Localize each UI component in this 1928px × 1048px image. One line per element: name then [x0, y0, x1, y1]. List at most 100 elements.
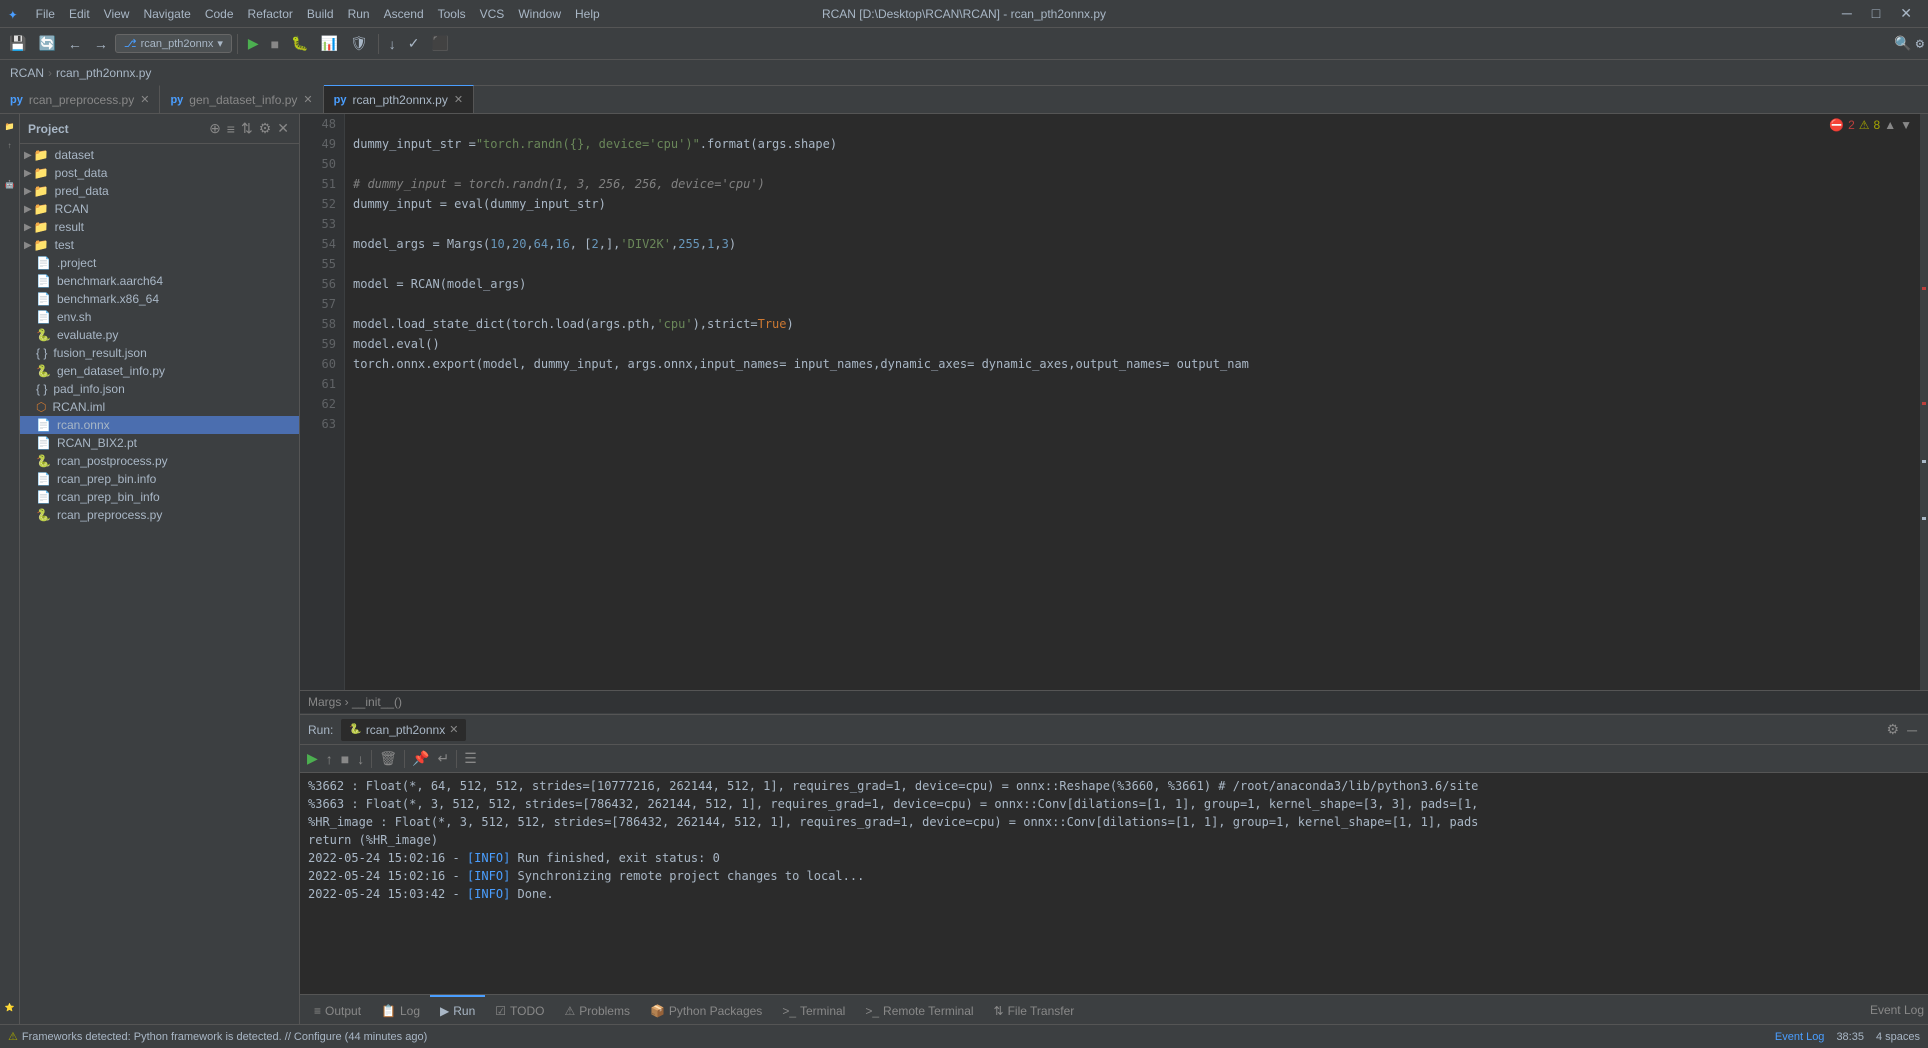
code-line-58[interactable]: model.load_state_dict(torch.load(args.pt… [353, 314, 1920, 334]
settings-icon[interactable]: ⚙ [1916, 36, 1924, 52]
code-line-51[interactable]: # dummy_input = torch.randn(1, 3, 256, 2… [353, 174, 1920, 194]
branch-selector[interactable]: ⎇ rcan_pth2onnx ▾ [115, 34, 232, 53]
bottom-tab-todo[interactable]: ☑TODO [485, 995, 554, 1025]
tree-item-19[interactable]: 📄rcan_prep_bin_info [20, 488, 299, 506]
tab-close-button[interactable]: ✕ [454, 93, 463, 106]
bottom-tab-remote-terminal[interactable]: >_Remote Terminal [855, 995, 983, 1025]
menu-item-view[interactable]: View [98, 5, 136, 23]
project-actions[interactable]: ⊕ ≡ ⇅ ⚙ ✕ [207, 118, 291, 139]
bottom-tab-problems[interactable]: ⚠Problems [555, 995, 640, 1025]
tree-item-8[interactable]: 📄benchmark.x86_64 [20, 290, 299, 308]
nav-up-button[interactable]: ▲ [1884, 118, 1896, 132]
code-line-54[interactable]: model_args = Margs(10, 20, 64, 16, [2,],… [353, 234, 1920, 254]
code-line-48[interactable] [353, 114, 1920, 134]
sidebar-icon-project[interactable]: 📁 [3, 118, 17, 135]
menu-item-file[interactable]: File [30, 5, 61, 23]
code-line-63[interactable] [353, 414, 1920, 434]
menu-item-window[interactable]: Window [512, 5, 567, 23]
event-log-link[interactable]: Event Log [1775, 1031, 1825, 1043]
run-settings-button[interactable]: ⚙ [1884, 718, 1903, 741]
tree-item-12[interactable]: 🐍gen_dataset_info.py [20, 362, 299, 380]
code-line-59[interactable]: model.eval() [353, 334, 1920, 354]
profile-button[interactable]: 📊 [316, 32, 343, 55]
editor-tab-1[interactable]: pygen_dataset_info.py✕ [160, 85, 323, 113]
run-button[interactable]: ▶ [243, 32, 264, 55]
sidebar-icon-automl[interactable]: 🤖 [3, 176, 17, 193]
menu-item-help[interactable]: Help [569, 5, 606, 23]
menu-item-navigate[interactable]: Navigate [137, 5, 196, 23]
code-editor[interactable]: 48495051525354555657585960616263 dummy_i… [300, 114, 1928, 690]
run-minimize-button[interactable]: ─ [1904, 718, 1920, 741]
code-line-57[interactable] [353, 294, 1920, 314]
scroll-track[interactable] [1920, 114, 1928, 690]
close-button[interactable]: ✕ [1892, 3, 1920, 24]
spaces-display[interactable]: 4 spaces [1876, 1031, 1920, 1043]
run-tree-view-button[interactable]: ☰ [461, 747, 480, 770]
nav-down-button[interactable]: ▼ [1900, 118, 1912, 132]
menu-item-run[interactable]: Run [342, 5, 376, 23]
tree-item-11[interactable]: { }fusion_result.json [20, 344, 299, 362]
breadcrumb-project[interactable]: RCAN [10, 66, 44, 80]
forward-button[interactable]: → [89, 33, 113, 55]
menu-item-ascend[interactable]: Ascend [378, 5, 430, 23]
menu-bar[interactable]: FileEditViewNavigateCodeRefactorBuildRun… [30, 5, 606, 23]
project-locate-button[interactable]: ⊕ [207, 118, 223, 139]
code-line-50[interactable] [353, 154, 1920, 174]
event-log-bottom[interactable]: Event Log [1870, 1003, 1924, 1017]
tree-item-14[interactable]: ⬡RCAN.iml [20, 398, 299, 416]
save-all-button[interactable]: 💾 [4, 32, 31, 55]
tab-close-button[interactable]: ✕ [303, 93, 312, 106]
sync-button[interactable]: 🔄 [33, 32, 60, 55]
bottom-tab-terminal[interactable]: >_Terminal [772, 995, 855, 1025]
tree-item-16[interactable]: 📄RCAN_BIX2.pt [20, 434, 299, 452]
run-scroll-up-button[interactable]: ↑ [323, 748, 336, 770]
run-scroll-down-button[interactable]: ↓ [354, 748, 367, 770]
tree-item-9[interactable]: 📄env.sh [20, 308, 299, 326]
run-clear-button[interactable]: 🗑 [376, 747, 400, 770]
tree-item-3[interactable]: ▶📁RCAN [20, 200, 299, 218]
sidebar-icon-favorites[interactable]: ⭐ [3, 999, 17, 1016]
code-content[interactable]: dummy_input_str = "torch.randn({}, devic… [345, 114, 1928, 690]
maximize-button[interactable]: □ [1864, 3, 1888, 24]
tree-item-13[interactable]: { }pad_info.json [20, 380, 299, 398]
code-line-56[interactable]: model = RCAN(model_args) [353, 274, 1920, 294]
bottom-tab-python-packages[interactable]: 📦Python Packages [640, 995, 772, 1025]
code-line-55[interactable] [353, 254, 1920, 274]
tree-item-2[interactable]: ▶📁pred_data [20, 182, 299, 200]
run-pin-button[interactable]: 📌 [409, 747, 432, 770]
run-output[interactable]: %3662 : Float(*, 64, 512, 512, strides=[… [300, 773, 1928, 994]
tree-item-10[interactable]: 🐍evaluate.py [20, 326, 299, 344]
code-line-49[interactable]: dummy_input_str = "torch.randn({}, devic… [353, 134, 1920, 154]
tree-item-18[interactable]: 📄rcan_prep_bin.info [20, 470, 299, 488]
vcs-update-button[interactable]: ↓ [384, 33, 401, 55]
menu-item-code[interactable]: Code [199, 5, 240, 23]
tree-item-20[interactable]: 🐍rcan_preprocess.py [20, 506, 299, 524]
vcs-commit-button[interactable]: ✓ [403, 32, 425, 55]
project-collapse-button[interactable]: ≡ [225, 118, 237, 139]
run-tab-close-button[interactable]: ✕ [449, 723, 458, 736]
editor-tab-0[interactable]: pyrcan_preprocess.py✕ [0, 85, 160, 113]
menu-item-refactor[interactable]: Refactor [242, 5, 299, 23]
bottom-tab-run[interactable]: ▶Run [430, 995, 485, 1025]
sidebar-icon-commit[interactable]: ↑ [6, 137, 14, 154]
search-icon[interactable]: 🔍 [1894, 36, 1911, 52]
project-sort-button[interactable]: ⇅ [239, 118, 255, 139]
project-close-button[interactable]: ✕ [275, 118, 291, 139]
run-actions[interactable]: ⚙ ─ [1884, 718, 1920, 741]
stop-button[interactable]: ■ [266, 33, 284, 55]
tree-item-0[interactable]: ▶📁dataset [20, 146, 299, 164]
project-settings-button[interactable]: ⚙ [257, 118, 274, 139]
run-tab-active[interactable]: 🐍 rcan_pth2onnx ✕ [341, 719, 466, 741]
code-line-52[interactable]: dummy_input = eval(dummy_input_str) [353, 194, 1920, 214]
tree-item-6[interactable]: 📄.project [20, 254, 299, 272]
bottom-tab-file-transfer[interactable]: ⇅File Transfer [984, 995, 1085, 1025]
run-play-button[interactable]: ▶ [304, 747, 321, 770]
code-line-61[interactable] [353, 374, 1920, 394]
bottom-tab-log[interactable]: 📋Log [371, 995, 430, 1025]
tree-item-5[interactable]: ▶📁test [20, 236, 299, 254]
tree-item-15[interactable]: 📄rcan.onnx [20, 416, 299, 434]
code-line-53[interactable] [353, 214, 1920, 234]
coverage-button[interactable]: 🛡 [345, 32, 373, 55]
tree-item-7[interactable]: 📄benchmark.aarch64 [20, 272, 299, 290]
status-message[interactable]: Frameworks detected: Python framework is… [22, 1031, 427, 1043]
